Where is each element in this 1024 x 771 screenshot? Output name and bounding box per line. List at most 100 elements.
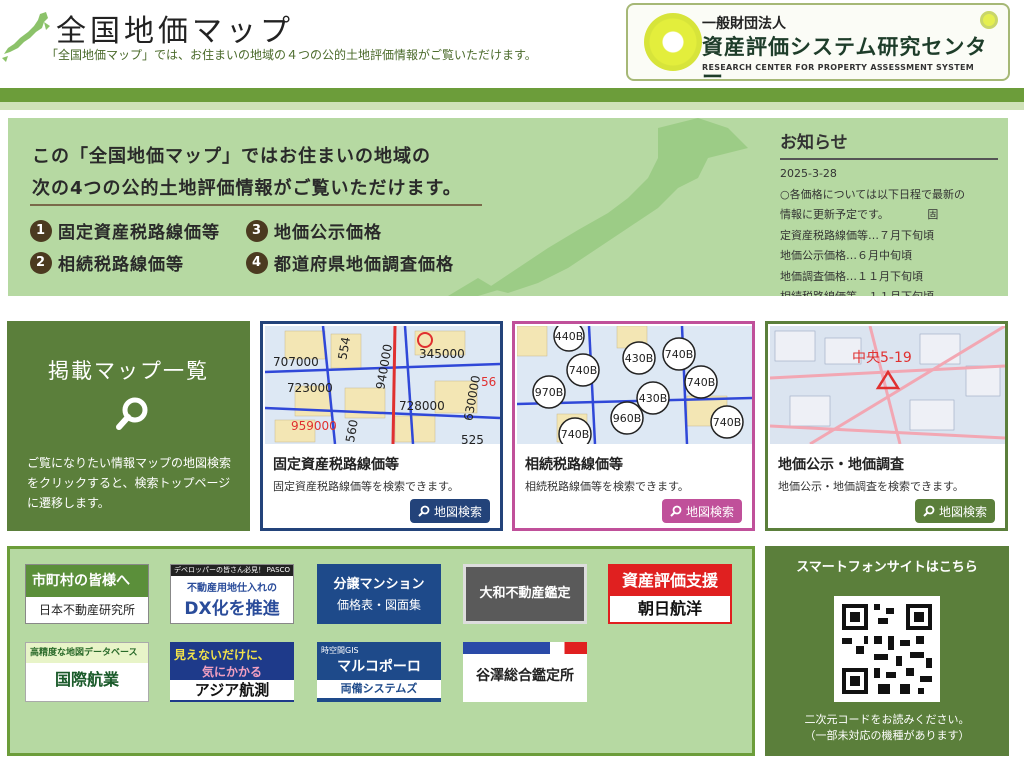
card-description: 固定資産税路線価等を検索できます。 xyxy=(273,480,459,493)
number-badge: 1 xyxy=(30,219,52,242)
ad-mansion[interactable]: 分譲マンション 価格表・図面集 xyxy=(317,564,441,624)
price-label: 430B xyxy=(625,352,654,365)
qr-code[interactable] xyxy=(834,596,940,702)
category-label: 地価公示価格 xyxy=(274,223,382,243)
org-dot-icon xyxy=(980,11,998,29)
header-divider-light xyxy=(0,102,1024,110)
ad-tagline: 時空間GIS xyxy=(321,646,359,655)
card-land-price[interactable]: 中央5-19 地価公示・地価調査 地価公示・地価調査を検索できます。 地図検索 xyxy=(765,321,1008,531)
price-label: 740B xyxy=(569,364,598,377)
smartphone-note: 二次元コードをお読みください。 （一部未対応の機種があります） xyxy=(765,712,1009,744)
search-icon xyxy=(116,397,148,430)
number-badge: 2 xyxy=(30,251,52,274)
ad-brand: PASCO xyxy=(266,566,290,574)
ad-company: 国際航業 xyxy=(54,670,119,689)
map-search-button[interactable]: 地図検索 xyxy=(914,499,995,523)
price-label: 740B xyxy=(687,376,716,389)
ad-jrei[interactable]: 市町村の皆様へ 日本不動産研究所 xyxy=(25,564,149,624)
price-label: 740B xyxy=(561,428,590,441)
org-english-name: RESEARCH CENTER FOR PROPERTY ASSESSMENT … xyxy=(702,63,974,72)
button-label: 地図検索 xyxy=(685,504,734,519)
site-subtitle: 「全国地価マップ」では、お住まいの地域の４つの公的土地評価情報がご覧いただけます… xyxy=(46,48,537,62)
price-label: 56 xyxy=(481,375,496,389)
banner-heading-line2: 次の4つの公的土地評価情報がご覧いただけます。 xyxy=(32,178,462,199)
search-icon xyxy=(670,505,682,517)
card-fixed-asset-tax[interactable]: 707000 554 723000 940000 345000 56 72800… xyxy=(260,321,503,531)
ad-company: 日本不動産研究所 xyxy=(38,603,135,617)
news-line: 定資産税路線価等…７月下旬頃 xyxy=(780,228,934,242)
card-title: 固定資産税路線価等 xyxy=(273,457,399,473)
sponsor-banners: 市町村の皆様へ 日本不動産研究所 デベロッパーの皆さん必見！ PASCO 不動産… xyxy=(7,546,755,756)
ad-company: 大和不動産鑑定 xyxy=(479,586,571,601)
button-label: 地図検索 xyxy=(938,504,987,519)
number-badge: 4 xyxy=(246,251,268,274)
smartphone-panel: スマートフォンサイトはこちら 二次元コードをお読みください。 （一部未対応の機種… xyxy=(765,546,1009,756)
price-label: 707000 xyxy=(273,355,319,369)
map-search-button[interactable]: 地図検索 xyxy=(409,499,490,523)
ad-tanizawa[interactable]: 谷澤総合鑑定所 xyxy=(463,642,587,702)
ad-kokusai[interactable]: 高精度な地図データベース 国際航業 xyxy=(25,642,149,702)
header-divider xyxy=(0,88,1024,102)
ad-company: アジア航測 xyxy=(170,680,294,700)
price-label: 525 xyxy=(461,433,484,444)
card-description: 相続税路線価等を検索できます。 xyxy=(525,480,689,493)
ad-headline: 市町村の皆様へ xyxy=(26,565,148,597)
ad-company: 両備システムズ xyxy=(317,680,441,698)
ad-asahi[interactable]: 資産評価支援 朝日航洋 xyxy=(608,564,732,624)
button-label: 地図検索 xyxy=(433,504,482,519)
map-thumbnail[interactable]: 中央5-19 xyxy=(770,326,1005,444)
price-label: 728000 xyxy=(399,399,445,413)
news-panel[interactable]: お知らせ 2025-3-28 ○各価格については以下日程で最新の 情報に更新予定… xyxy=(768,118,1008,296)
card-inheritance-tax[interactable]: 440B 740B 430B 740B 740B 430B 970B 960B … xyxy=(512,321,755,531)
category-label: 固定資産税路線価等 xyxy=(58,223,220,243)
map-thumbnail[interactable]: 440B 740B 430B 740B 740B 430B 970B 960B … xyxy=(517,326,752,444)
card-title: 地価公示・地価調査 xyxy=(778,457,904,473)
ad-ryobi[interactable]: 時空間GIS マルコポーロ 両備システムズ xyxy=(317,642,441,702)
ad-headline: マルコポーロ xyxy=(337,659,421,675)
site-title[interactable]: 全国地価マップ xyxy=(56,6,294,50)
map-list-description: ご覧になりたい情報マップの地図検索をクリックすると、検索トップページに遷移します… xyxy=(27,456,232,510)
ad-headline: 資産評価支援 xyxy=(610,566,730,596)
number-badge: 3 xyxy=(246,219,268,242)
ad-subline: 不動産用地仕入れの xyxy=(187,583,277,594)
banner-divider xyxy=(30,204,482,206)
ad-subline: 価格表・図面集 xyxy=(336,598,421,612)
map-search-button[interactable]: 地図検索 xyxy=(661,499,742,523)
category-label: 相続税路線価等 xyxy=(58,255,184,275)
org-logo-banner[interactable]: 一般財団法人 資産評価システム研究センター RESEARCH CENTER FO… xyxy=(626,3,1010,89)
price-label: 740B xyxy=(713,416,742,429)
map-point-label: 中央5-19 xyxy=(852,350,912,366)
smartphone-title[interactable]: スマートフォンサイトはこちら xyxy=(765,556,1009,575)
intro-banner: この「全国地価マップ」ではお住まいの地域の 次の4つの公的土地評価情報がご覧いた… xyxy=(8,118,1008,296)
ad-tagline: 高精度な地図データベース xyxy=(26,643,148,663)
price-label: 440B xyxy=(555,330,584,343)
banner-heading-line1: この「全国地価マップ」ではお住まいの地域の xyxy=(32,146,431,167)
category-2: 2 相続税路線価等 xyxy=(30,250,184,275)
ad-asia-air[interactable]: 見えないだけに、 気にかかる アジア航測 xyxy=(170,642,294,702)
ad-tagline: デベロッパーの皆さん必見！ xyxy=(174,566,265,574)
price-label: 430B xyxy=(639,392,668,405)
search-icon xyxy=(418,505,430,517)
news-divider xyxy=(780,158,998,160)
map-list-card[interactable]: 掲載マップ一覧 ご覧になりたい情報マップの地図検索をクリックすると、検索トップペ… xyxy=(7,321,250,531)
map-thumbnail[interactable]: 707000 554 723000 940000 345000 56 72800… xyxy=(265,326,500,444)
news-line: 地価調査価格…１１月下旬頃 xyxy=(780,269,923,283)
category-4: 4 都道府県地価調査価格 xyxy=(246,250,454,275)
price-label: 960B xyxy=(613,412,642,425)
ad-headline: 分譲マンション xyxy=(333,577,425,592)
ad-daiwa[interactable]: 大和不動産鑑定 xyxy=(463,564,587,624)
qr-instruction: 二次元コードをお読みください。 xyxy=(804,713,970,726)
news-line: 情報に更新予定です。 固 xyxy=(780,208,939,221)
ad-headline: DX化を推進 xyxy=(184,599,280,619)
price-label: 723000 xyxy=(287,381,333,395)
ad-tagline: 見えないだけに、 xyxy=(174,648,270,662)
news-line: 地価公示価格…６月中旬頃 xyxy=(780,249,912,262)
org-name: 資産評価システム研究センター xyxy=(702,35,988,89)
news-body[interactable]: 2025-3-28 ○各価格については以下日程で最新の 情報に更新予定です。 固… xyxy=(780,164,998,296)
ad-company: 朝日航洋 xyxy=(637,599,702,618)
news-line: ○各価格については以下日程で最新の xyxy=(780,187,966,201)
ad-pasco[interactable]: デベロッパーの皆さん必見！ PASCO 不動産用地仕入れの DX化を推進 xyxy=(170,564,294,624)
search-icon xyxy=(923,505,935,517)
price-label: 959000 xyxy=(291,419,337,433)
site-header: 全国地価マップ 「全国地価マップ」では、お住まいの地域の４つの公的土地評価情報が… xyxy=(0,0,1024,89)
